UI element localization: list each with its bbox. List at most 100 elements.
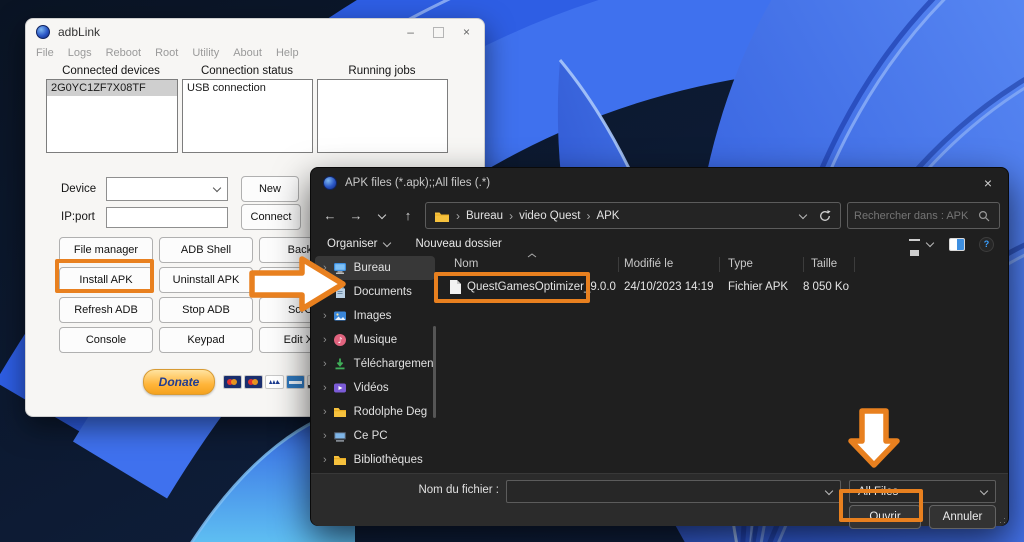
highlight-open-button bbox=[839, 489, 923, 522]
maximize-icon[interactable] bbox=[432, 26, 444, 38]
navigation-bar: ← → ↑ › Bureau › video Quest › APK bbox=[311, 198, 1008, 232]
sidebar-item-bibliotheques[interactable]: › Bibliothèques bbox=[315, 448, 435, 472]
search-icon bbox=[978, 210, 990, 221]
file-size: 8 050 Ko bbox=[802, 281, 849, 293]
filename-input[interactable] bbox=[506, 480, 841, 503]
connection-status-list[interactable]: USB connection bbox=[182, 79, 313, 153]
breadcrumb-apk[interactable]: APK bbox=[596, 210, 619, 222]
arrow-right-annotation bbox=[249, 256, 346, 312]
search-box[interactable] bbox=[847, 202, 1000, 229]
breadcrumb-video-quest[interactable]: video Quest bbox=[519, 210, 580, 222]
column-divider[interactable] bbox=[719, 257, 720, 272]
uninstall-apk-button[interactable]: Uninstall APK bbox=[159, 267, 253, 293]
minimize-icon[interactable]: – bbox=[407, 25, 414, 39]
running-jobs-label: Running jobs bbox=[348, 65, 416, 77]
new-button[interactable]: New bbox=[241, 176, 299, 202]
chevron-down-icon bbox=[212, 183, 222, 193]
search-input[interactable] bbox=[848, 209, 978, 222]
sidebar-item-rodolphe[interactable]: › Rodolphe Deg bbox=[315, 400, 435, 424]
back-icon[interactable]: ← bbox=[317, 208, 343, 223]
column-header-taille[interactable]: Taille bbox=[811, 258, 837, 270]
chevron-right-icon[interactable]: › bbox=[323, 406, 327, 418]
ipport-label: IP:port bbox=[61, 211, 95, 223]
sidebar-item-musique[interactable]: › ♪ Musique bbox=[315, 328, 435, 352]
menu-root[interactable]: Root bbox=[155, 47, 178, 59]
column-divider[interactable] bbox=[618, 257, 619, 272]
sidebar-scrollbar[interactable] bbox=[433, 326, 436, 418]
menu-about[interactable]: About bbox=[233, 47, 262, 59]
menu-reboot[interactable]: Reboot bbox=[106, 47, 141, 59]
sidebar-item-videos[interactable]: › Vidéos bbox=[315, 376, 435, 400]
column-divider[interactable] bbox=[854, 257, 855, 272]
sidebar-label: Images bbox=[353, 310, 392, 322]
chevron-right-icon[interactable]: › bbox=[323, 454, 327, 466]
connect-button[interactable]: Connect bbox=[241, 204, 301, 230]
column-header-modifie[interactable]: Modifié le bbox=[624, 258, 673, 270]
list-view-icon[interactable] bbox=[909, 238, 920, 250]
connected-devices-list[interactable]: 2G0YC1ZF7X08TF bbox=[46, 79, 178, 153]
adb-shell-button[interactable]: ADB Shell bbox=[159, 237, 253, 263]
stop-adb-button[interactable]: Stop ADB bbox=[159, 297, 253, 323]
chevron-right-icon[interactable]: › bbox=[323, 382, 327, 394]
sidebar-label: Ce PC bbox=[353, 430, 388, 442]
open-file-dialog: APK files (*.apk);;All files (.*) × ← → … bbox=[310, 167, 1009, 529]
window-title: adbLink bbox=[58, 25, 101, 39]
console-button[interactable]: Console bbox=[59, 327, 153, 353]
folder-icon bbox=[435, 212, 449, 222]
dialog-app-icon bbox=[323, 176, 337, 190]
keypad-button[interactable]: Keypad bbox=[159, 327, 253, 353]
adblink-app-icon bbox=[36, 25, 50, 39]
chevron-right-icon[interactable]: › bbox=[323, 430, 327, 442]
chevron-down-icon bbox=[824, 486, 834, 495]
up-icon[interactable]: ↑ bbox=[395, 208, 421, 223]
filename-label: Nom du fichier : bbox=[418, 484, 499, 496]
column-header-nom[interactable]: Nom bbox=[454, 258, 478, 270]
device-label: Device bbox=[61, 183, 97, 195]
menu-logs[interactable]: Logs bbox=[68, 47, 92, 59]
menu-utility[interactable]: Utility bbox=[192, 47, 219, 59]
sidebar-item-telechargements[interactable]: › Téléchargements bbox=[315, 352, 435, 376]
music-icon: ♪ bbox=[333, 334, 346, 346]
cancel-button[interactable]: Annuler bbox=[929, 505, 996, 529]
device-select[interactable] bbox=[106, 177, 228, 201]
new-folder-button[interactable]: Nouveau dossier bbox=[416, 238, 502, 250]
forward-icon[interactable]: → bbox=[343, 208, 369, 223]
preview-pane-icon[interactable] bbox=[949, 237, 965, 251]
menu-help[interactable]: Help bbox=[276, 47, 299, 59]
refresh-adb-button[interactable]: Refresh ADB bbox=[59, 297, 153, 323]
column-header-type[interactable]: Type bbox=[728, 258, 753, 270]
chevron-right-icon[interactable]: › bbox=[323, 334, 327, 346]
close-icon[interactable]: × bbox=[984, 175, 992, 191]
organiser-button[interactable]: Organiser bbox=[327, 238, 378, 250]
breadcrumb-bureau[interactable]: Bureau bbox=[466, 210, 503, 222]
column-divider[interactable] bbox=[803, 257, 804, 272]
sidebar-label: Rodolphe Deg bbox=[353, 406, 428, 418]
chevron-right-icon[interactable]: › bbox=[323, 358, 327, 370]
connection-status-label: Connection status bbox=[200, 65, 294, 77]
sidebar-item-ce-pc[interactable]: › Ce PC bbox=[315, 424, 435, 448]
donate-button[interactable]: Donate bbox=[143, 369, 215, 395]
ipport-input[interactable] bbox=[106, 207, 228, 228]
help-icon[interactable]: ? bbox=[979, 236, 994, 252]
mastercard-icon bbox=[244, 375, 263, 389]
menubar: File Logs Reboot Root Utility About Help bbox=[36, 47, 299, 59]
running-jobs-list[interactable] bbox=[317, 79, 448, 153]
amex-icon bbox=[286, 375, 305, 389]
menu-file[interactable]: File bbox=[36, 47, 54, 59]
view-chevron-down-icon[interactable] bbox=[925, 238, 935, 248]
close-icon[interactable]: × bbox=[463, 25, 470, 39]
pc-icon bbox=[333, 432, 346, 442]
folder-icon bbox=[333, 408, 346, 417]
breadcrumb-chevron-icon: › bbox=[456, 208, 460, 223]
chevron-down-icon bbox=[382, 238, 391, 248]
resize-grip[interactable] bbox=[997, 515, 1005, 523]
adblink-titlebar: adbLink – × bbox=[26, 19, 484, 45]
chevron-down-icon bbox=[979, 486, 989, 495]
sidebar-label: Bureau bbox=[353, 262, 391, 274]
sort-asc-icon bbox=[527, 253, 537, 258]
history-chevron-icon[interactable] bbox=[369, 208, 395, 223]
refresh-icon[interactable] bbox=[818, 209, 832, 223]
address-chevron-down-icon[interactable] bbox=[798, 210, 808, 219]
device-list-item[interactable]: 2G0YC1ZF7X08TF bbox=[47, 80, 177, 96]
address-bar[interactable]: › Bureau › video Quest › APK bbox=[425, 202, 841, 229]
